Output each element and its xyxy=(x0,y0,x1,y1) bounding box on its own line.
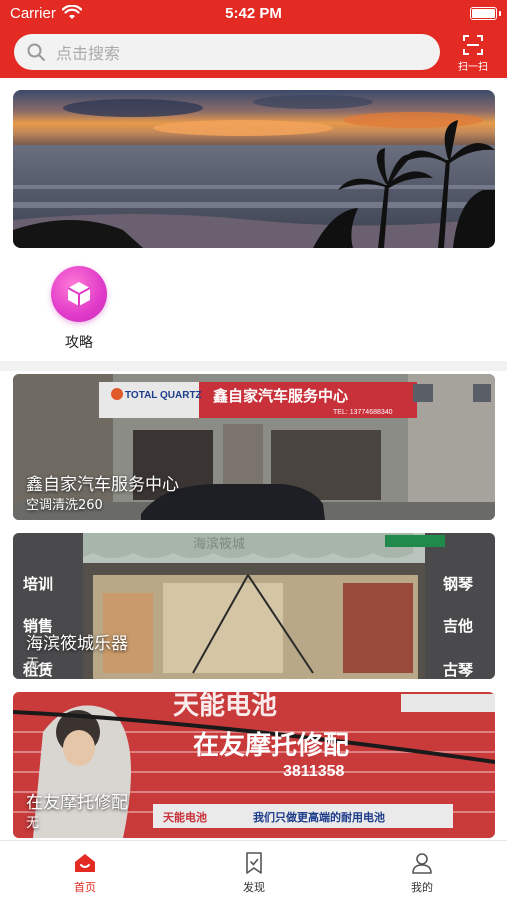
listing-photo: 天能电池 在友摩托修配 3811358 天能电池 我们只做更高端的耐用电池 xyxy=(13,692,495,838)
scan-button[interactable]: 扫一扫 xyxy=(450,34,496,74)
listing-subtitle: 无 xyxy=(26,816,40,831)
sign-brand: TOTAL QUARTZ xyxy=(125,390,202,401)
search-icon xyxy=(27,43,45,61)
app-header: Carrier 5:42 PM 点击搜索 扫一扫 xyxy=(0,0,507,78)
tab-label: 首页 xyxy=(74,881,96,894)
home-icon xyxy=(75,854,95,872)
sign-text: 鑫自家汽车服务中心 xyxy=(212,387,348,405)
listing-card-motorcycle-repair[interactable]: 天能电池 在友摩托修配 3811358 天能电池 我们只做更高端的耐用电池 在友… xyxy=(13,692,495,838)
category-guide[interactable]: 攻略 xyxy=(48,266,110,352)
sign-right-word-2: 吉他 xyxy=(443,617,473,635)
listing-subtitle: 空调清洗260 xyxy=(26,498,103,513)
tab-discover[interactable]: 发现 xyxy=(214,851,294,895)
status-time: 5:42 PM xyxy=(225,5,282,22)
tab-label: 我的 xyxy=(411,881,433,894)
tab-home[interactable]: 首页 xyxy=(45,851,125,895)
sign-phone: TEL: 13774688340 xyxy=(333,409,393,416)
status-bar: Carrier 5:42 PM xyxy=(0,0,507,28)
profile-icon xyxy=(412,853,432,874)
sign-number: 3811358 xyxy=(283,763,345,780)
listing-title: 海滨筱城乐器 xyxy=(26,634,128,654)
listing-subtitle: 无 xyxy=(26,657,40,672)
scan-icon xyxy=(463,35,483,55)
listing-title: 鑫自家汽车服务中心 xyxy=(26,475,179,495)
listing-card-music-store[interactable]: 海滨筱城 培训 销售 租赁 钢琴 吉他 古琴 海滨筱城乐器 无 xyxy=(13,533,495,679)
search-placeholder: 点击搜索 xyxy=(56,44,121,63)
listing-card-auto-service[interactable]: TOTAL QUARTZ 鑫自家汽车服务中心 TEL: 13774688340 … xyxy=(13,374,495,520)
cube-icon xyxy=(51,266,107,322)
search-input[interactable]: 点击搜索 xyxy=(14,34,440,70)
bookmark-icon xyxy=(246,852,262,874)
bottom-tab-bar: 首页 发现 我的 xyxy=(0,840,507,900)
sign-top: 海滨筱城 xyxy=(193,536,245,552)
sign-right-word-1: 钢琴 xyxy=(443,575,474,593)
listing-title: 在友摩托修配 xyxy=(26,793,128,813)
listing-photo: 海滨筱城 培训 销售 租赁 钢琴 吉他 古琴 xyxy=(13,533,495,679)
sign-brand: 天能电池 xyxy=(163,810,207,824)
sign-left-word-1: 培训 xyxy=(23,575,53,593)
battery-icon xyxy=(470,7,497,20)
section-divider xyxy=(0,361,507,371)
sign-right-word-3: 古琴 xyxy=(443,661,474,679)
sunset-beach-banner[interactable] xyxy=(13,90,495,248)
sign-top: 天能电池 xyxy=(173,692,277,721)
tab-label: 发现 xyxy=(243,881,265,894)
sign-slogan: 我们只做更高端的耐用电池 xyxy=(253,810,385,824)
scan-label: 扫一扫 xyxy=(458,62,488,73)
banner-image xyxy=(13,90,495,248)
tab-profile[interactable]: 我的 xyxy=(382,851,462,895)
category-label: 攻略 xyxy=(65,335,93,351)
sign-big: 在友摩托修配 xyxy=(193,730,349,761)
